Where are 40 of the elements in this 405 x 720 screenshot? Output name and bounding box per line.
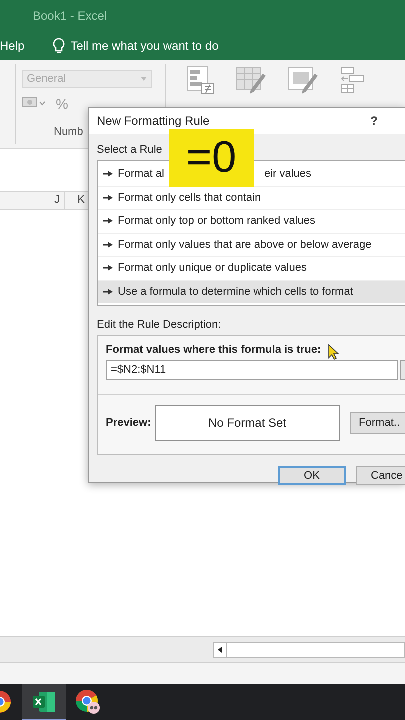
preview-box: No Format Set: [154, 405, 340, 441]
table-brush-icon[interactable]: [236, 66, 268, 96]
rule-type-option[interactable]: Format only top or bottom ranked values: [98, 209, 405, 232]
range-picker-button[interactable]: [400, 360, 405, 380]
spreadsheet-icon: [32, 690, 56, 714]
lightbulb-icon: [52, 38, 65, 54]
formula-label: Format values where this formula is true:: [106, 344, 322, 356]
preview-label: Preview:: [106, 417, 152, 429]
taskbar-button[interactable]: [22, 684, 66, 720]
pointer-icon: [103, 171, 113, 178]
caret-icon: [141, 77, 147, 81]
cell-brush-icon[interactable]: [288, 66, 320, 96]
dialog-title: New Formatting Rule: [97, 114, 210, 128]
insert-cells-icon[interactable]: [340, 66, 366, 96]
rule-type-option[interactable]: Format only values that are above or below average: [98, 232, 405, 256]
rule-type-option[interactable]: Use a formula to determine which cells to format: [98, 280, 405, 303]
window-title: Book1 - Excel: [33, 9, 108, 23]
horizontal-scrollbar[interactable]: [213, 642, 405, 658]
pointer-icon: [103, 194, 113, 201]
cancel-button[interactable]: Cance: [356, 466, 405, 485]
format-button[interactable]: Format..: [350, 412, 405, 434]
formula-field[interactable]: =$N2:$N11: [106, 360, 398, 380]
ok-button[interactable]: OK: [278, 466, 346, 485]
chrome-icon: [0, 690, 12, 714]
section-label: Edit the Rule Description:: [97, 319, 222, 331]
scroll-left-icon[interactable]: [218, 646, 222, 652]
group-label: Numb: [54, 126, 84, 138]
pointer-icon: [103, 265, 113, 272]
pointer-icon: [103, 242, 113, 248]
section-label: Select a Rule: [97, 144, 162, 156]
mouse-cursor-icon: [328, 344, 340, 360]
pointer-icon: [103, 218, 113, 224]
browser-profile-icon: [75, 688, 101, 714]
help-button[interactable]: ?: [370, 114, 378, 128]
overlay-sticker: =0: [169, 129, 254, 187]
tell-me-search[interactable]: Tell me what you want to do: [70, 39, 219, 53]
conditional-formatting-icon[interactable]: [186, 66, 216, 96]
column-header[interactable]: J: [0, 192, 65, 209]
help-tab[interactable]: Help: [0, 39, 25, 53]
pointer-icon: [103, 288, 113, 295]
